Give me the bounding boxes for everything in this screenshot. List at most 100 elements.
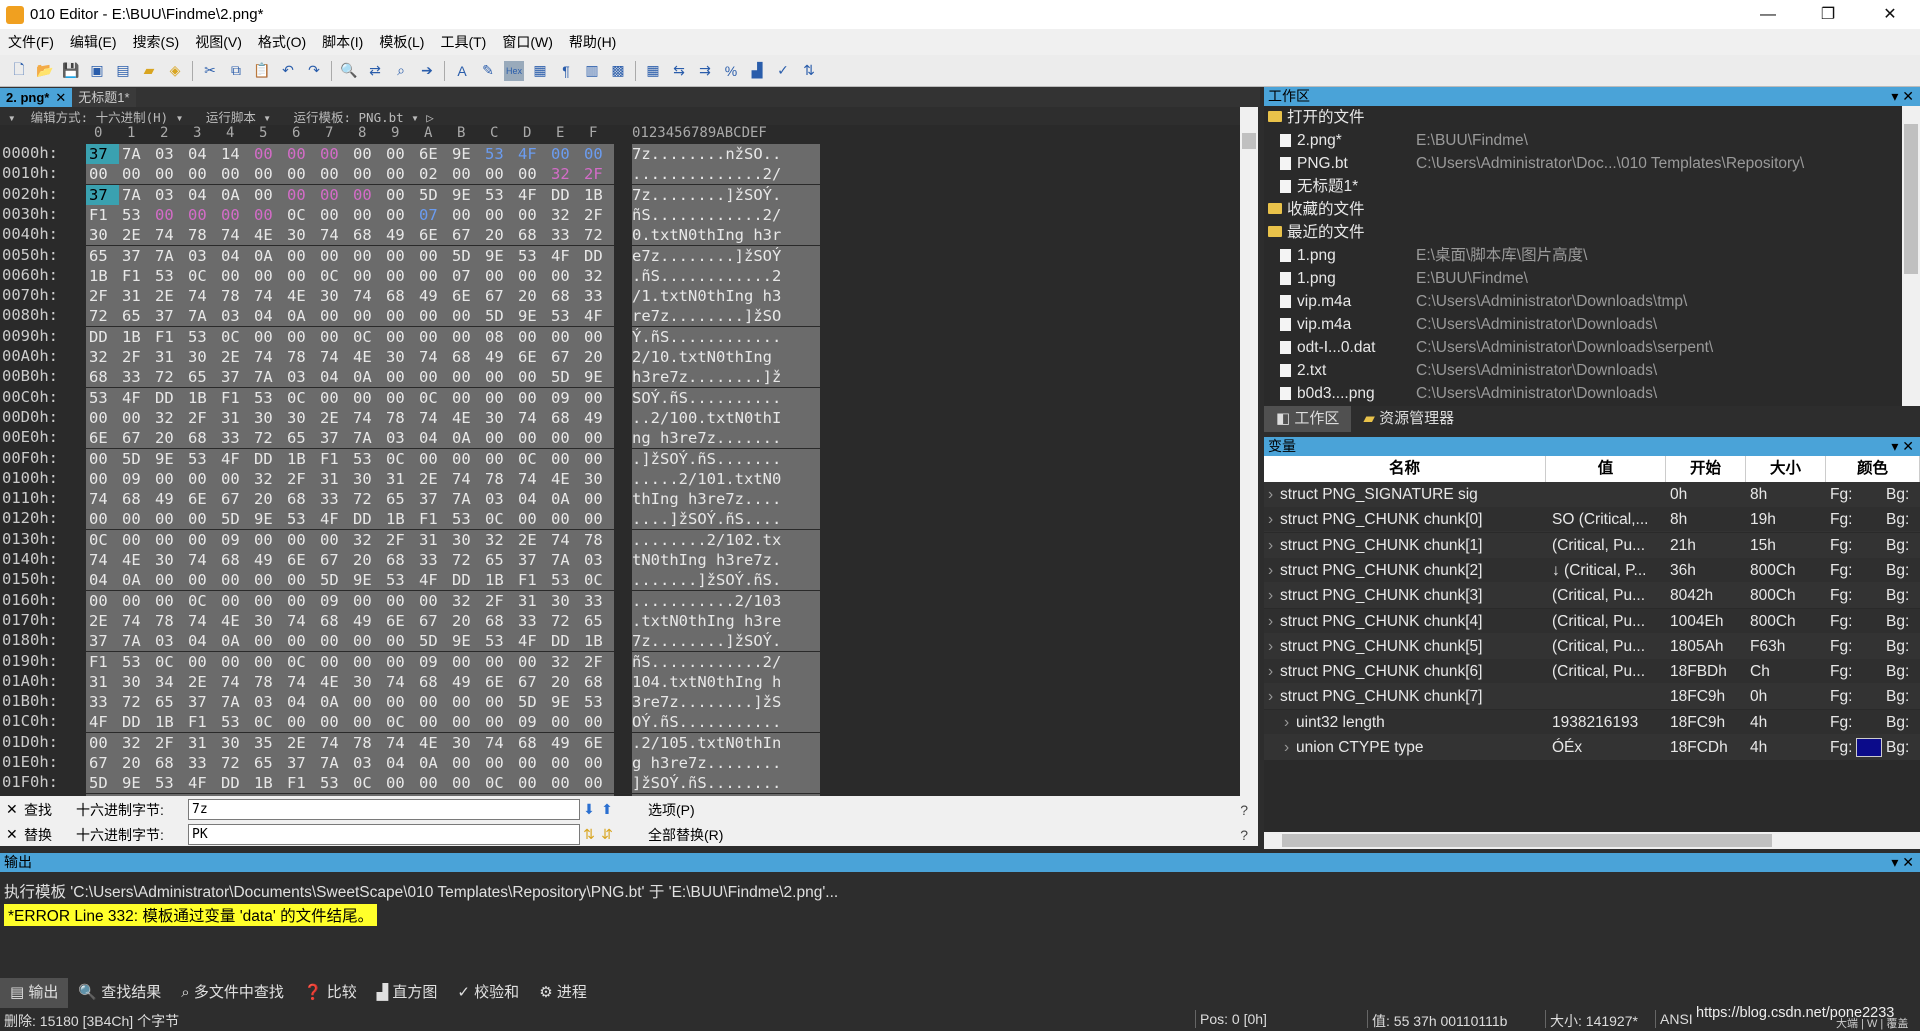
hex-byte[interactable]: 32 [581,265,614,286]
hex-byte[interactable]: 53 [251,387,284,408]
hex-byte[interactable]: 72 [152,367,185,388]
workspace-file-item[interactable]: PNG.bt C:\Users\Administrator\Doc...\010 … [1264,152,1902,175]
hex-byte[interactable]: 1B [185,387,218,408]
hex-byte[interactable]: 00 [218,265,251,286]
hex-byte[interactable]: 74 [449,468,482,489]
hex-byte[interactable]: 00 [449,306,482,327]
hex-byte[interactable]: 00 [284,529,317,550]
ascii-cell[interactable]: h3re7z........]ž [632,367,820,388]
hex-byte[interactable]: 74 [482,732,515,753]
hex-byte[interactable]: 37 [119,245,152,266]
hex-byte[interactable]: 09 [416,651,449,672]
hex-row[interactable]: 0140h: 74 4E 30 74 68 49 6E 67 20 68 33 72 65 37 7A 03 tN… [0,550,1240,570]
hex-byte[interactable]: 30 [86,225,119,246]
hex-byte[interactable]: F1 [152,326,185,347]
hex-byte[interactable]: 33 [581,286,614,307]
hex-byte[interactable]: 78 [152,610,185,631]
hex-byte[interactable]: 33 [581,590,614,611]
hex-row[interactable]: 01A0h: 31 30 34 2E 74 78 74 4E 30 74 68 49 6E 67 20 68 10… [0,671,1240,692]
hex-byte[interactable]: 00 [383,204,416,225]
hex-byte[interactable]: 00 [350,245,383,266]
hex-row[interactable]: 01C0h: 4F DD 1B F1 53 0C 00 00 00 0C 00 00 00 09 00 00 OÝ… [0,712,1240,733]
hex-byte[interactable]: 2E [152,286,185,307]
ascii-cell[interactable]: 3re7z........]žS [632,692,820,713]
hex-byte[interactable]: 00 [218,468,251,489]
hex-byte[interactable]: 30 [482,407,515,428]
hex-row[interactable]: 0030h: F1 53 00 00 00 00 0C 00 00 00 07 00 00 00 32 2F ñS… [0,204,1240,225]
hex-byte[interactable]: 00 [317,651,350,672]
hex-byte[interactable]: 37 [86,184,119,205]
hex-byte[interactable]: 78 [251,671,284,692]
tab-compare[interactable]: ❓ 比较 [294,978,367,1008]
hex-byte[interactable]: 2E [317,407,350,428]
hex-byte[interactable]: 68 [284,489,317,510]
hex-byte[interactable]: 00 [317,204,350,225]
hex-byte[interactable]: 74 [383,671,416,692]
hex-byte[interactable]: 30 [218,732,251,753]
hex-byte[interactable]: 30 [251,610,284,631]
menu-view[interactable]: 视图(V) [187,32,250,52]
ascii-cell[interactable]: ........2/102.tx [632,529,820,550]
hex-row[interactable]: 0100h: 00 09 00 00 00 32 2F 31 30 31 2E 74 78 74 4E 30..… [0,468,1240,489]
hex-byte[interactable]: 30 [449,732,482,753]
hex-byte[interactable]: 04 [185,184,218,205]
hex-byte[interactable]: 00 [251,590,284,611]
hex-byte[interactable]: 74 [284,610,317,631]
hex-byte[interactable]: F1 [317,448,350,469]
hex-byte[interactable]: 00 [416,692,449,713]
hex-byte[interactable]: 4F [86,712,119,733]
hex-byte[interactable]: 49 [416,286,449,307]
ascii-cell[interactable]: 0.txtN0thIng h3r [632,225,820,246]
hex-byte[interactable]: 00 [185,509,218,530]
column-header-start[interactable]: 开始 [1666,456,1746,482]
hex-row[interactable]: 0020h: 37 7A 03 04 0A 00 00 00 00 00 5D 9E 53 4F DD 1B 7z… [0,184,1240,205]
hex-byte[interactable]: 00 [350,204,383,225]
hex-byte[interactable]: 00 [284,265,317,286]
hex-byte[interactable]: 67 [119,428,152,449]
hex-byte[interactable]: 20 [581,347,614,367]
scrollbar-thumb[interactable] [1282,834,1772,847]
hex-byte[interactable]: 53 [581,692,614,713]
hex-byte[interactable]: 00 [416,773,449,794]
hex-byte[interactable]: 78 [185,225,218,246]
editor-options-bar[interactable]: ▾ 编辑方式: 十六进制(H) ▾ 运行脚本 ▾ 运行模板: PNG.bt ▾ … [0,107,1240,125]
hex-byte[interactable]: 00 [218,590,251,611]
hex-byte[interactable]: 9E [119,773,152,794]
hex-byte[interactable]: 00 [581,753,614,773]
hex-byte[interactable]: 00 [449,164,482,185]
hex-byte[interactable]: 4E [416,732,449,753]
hex-byte[interactable]: 4F [185,773,218,794]
hex-byte[interactable]: 74 [350,286,383,307]
histogram-icon[interactable]: ▟ [747,61,767,81]
hex-byte[interactable]: 00 [350,631,383,652]
paragraph-icon[interactable]: ¶ [556,61,576,81]
find-in-files-icon[interactable]: ⌕ [391,61,411,81]
hex-byte[interactable]: 53 [548,570,581,591]
hex-byte[interactable]: 00 [350,712,383,733]
menu-help[interactable]: 帮助(H) [561,32,624,52]
hex-byte[interactable]: 65 [119,306,152,327]
status-size[interactable]: 大小: 141927* [1550,1011,1638,1031]
hex-byte[interactable]: 33 [548,225,581,246]
hex-byte[interactable]: 4F [317,509,350,530]
hex-byte[interactable]: 6E [515,347,548,367]
hex-byte[interactable]: 20 [119,753,152,773]
workspace-file-item[interactable]: vip.m4a C:\Users\Administrator\Downloads\… [1264,290,1902,313]
hex-byte[interactable]: 00 [86,509,119,530]
hex-byte[interactable]: 03 [581,550,614,570]
hex-byte[interactable]: 33 [416,550,449,570]
hex-byte[interactable]: 04 [317,367,350,388]
hex-row[interactable]: 0080h: 72 65 37 7A 03 04 0A 00 00 00 00 00 5D 9E 53 4F re… [0,306,1240,327]
hex-byte[interactable]: 00 [119,590,152,611]
hex-byte[interactable]: 6E [416,225,449,246]
hex-byte[interactable]: 68 [152,753,185,773]
hex-byte[interactable]: 53 [350,448,383,469]
hex-byte[interactable]: 00 [482,367,515,388]
hex-byte[interactable]: 00 [548,773,581,794]
hex-byte[interactable]: 00 [251,326,284,347]
hex-byte[interactable]: 31 [515,590,548,611]
hex-byte[interactable]: 74 [317,347,350,367]
base-converter-icon[interactable]: ⇅ [799,61,819,81]
hex-byte[interactable]: 00 [152,529,185,550]
hex-byte[interactable]: 09 [548,387,581,408]
